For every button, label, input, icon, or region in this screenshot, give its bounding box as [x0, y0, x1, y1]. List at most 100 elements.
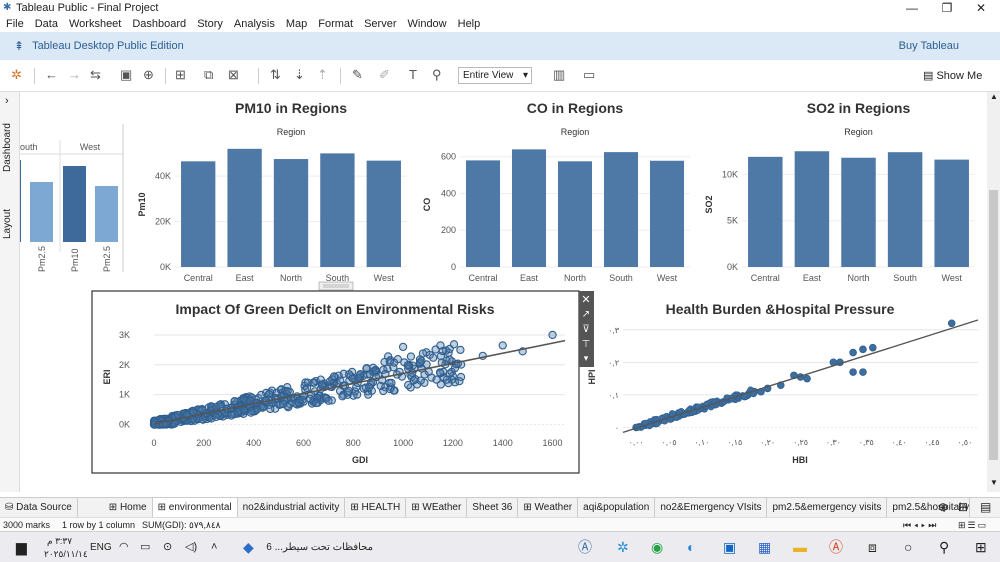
- buy-tableau-link[interactable]: Buy Tableau: [899, 40, 959, 52]
- pin-sheet-icon[interactable]: ⊤: [582, 339, 591, 350]
- language-indicator[interactable]: ENG: [90, 542, 112, 553]
- save-icon[interactable]: ▣: [120, 68, 132, 82]
- menu-story[interactable]: Story: [197, 18, 223, 30]
- minimize-button[interactable]: —: [897, 0, 927, 16]
- sort-descending-icon[interactable]: ⇡: [317, 68, 328, 82]
- green-deficit-chart[interactable]: Impact Of Green DeficIt on Environmental…: [91, 290, 580, 474]
- whatsapp-icon[interactable]: ◉: [651, 539, 663, 555]
- menu-format[interactable]: Format: [318, 18, 353, 30]
- region-header: Region: [561, 127, 590, 137]
- chevron-up-icon[interactable]: ˄: [211, 539, 217, 555]
- duplicate-icon[interactable]: ⧉: [204, 68, 213, 82]
- tab-aqi-population[interactable]: aqi&population: [578, 497, 656, 518]
- bar: [603, 152, 639, 267]
- tab-no2-emergency[interactable]: no2&Emergency VIsits: [655, 497, 768, 518]
- tab-home[interactable]: ⊞ Home: [104, 497, 153, 518]
- outlook-icon[interactable]: ▣: [723, 539, 736, 555]
- x-tick-label: East: [803, 273, 822, 283]
- tab-no2-industrial[interactable]: no2&industrial activity: [238, 497, 346, 518]
- scatter-point: [445, 355, 454, 364]
- show-me-button[interactable]: ▤ Show Me: [923, 69, 982, 82]
- battery-icon[interactable]: ▭: [140, 539, 150, 555]
- x-tick-label: ٠,١٠: [694, 438, 709, 447]
- annotate-icon[interactable]: ✐: [379, 68, 390, 82]
- view-toggle-icon[interactable]: ⊞☰▭: [958, 518, 988, 532]
- browser-window-icon[interactable]: ◆: [243, 539, 254, 555]
- task-view-icon[interactable]: ⧈: [868, 539, 877, 555]
- tab-data-source[interactable]: ⛁ Data Source: [0, 497, 78, 518]
- notification-icon[interactable]: ▆: [16, 539, 27, 555]
- app-a2-icon[interactable]: Ⓐ: [829, 539, 843, 555]
- app-a-icon[interactable]: Ⓐ: [578, 539, 592, 555]
- fix-axes-icon[interactable]: ⚲: [432, 68, 442, 82]
- undo-icon[interactable]: ←: [45, 68, 58, 82]
- scroll-down-icon[interactable]: ▼: [990, 478, 998, 487]
- tab-weather-dashboard[interactable]: ⊞ WEather: [406, 497, 468, 518]
- new-datasource-tab-icon[interactable]: ⊕: [938, 500, 948, 514]
- edge-icon[interactable]: ◐: [687, 539, 695, 555]
- tableau-home-icon[interactable]: ✲: [11, 68, 22, 82]
- tab-sheet-36[interactable]: Sheet 36: [467, 497, 519, 518]
- start-circle-icon[interactable]: ○: [904, 539, 912, 555]
- menu-window[interactable]: Window: [408, 18, 447, 30]
- network-icon[interactable]: ⊙: [163, 539, 172, 555]
- scroll-thumb[interactable]: [989, 190, 998, 460]
- new-worksheet-icon[interactable]: ⊞: [175, 68, 186, 82]
- file-explorer-icon[interactable]: ▬: [793, 539, 807, 555]
- presentation-icon[interactable]: ▭: [583, 68, 595, 82]
- scatter-point: [211, 412, 221, 422]
- maximize-button[interactable]: ❐: [932, 0, 962, 16]
- show-cards-icon[interactable]: ▥: [553, 68, 565, 82]
- scatter-point: [376, 381, 385, 391]
- redo-icon[interactable]: →: [68, 68, 81, 82]
- tab-weather[interactable]: ⊞ Weather: [518, 497, 579, 518]
- taskbar-app-label[interactable]: محافظات تحت سيطر... 6: [265, 542, 373, 553]
- tableau-taskbar-icon[interactable]: ✲: [617, 539, 629, 555]
- menu-dashboard[interactable]: Dashboard: [132, 18, 186, 30]
- wifi-icon[interactable]: ◠: [119, 539, 129, 555]
- remove-sheet-icon[interactable]: ✕: [581, 294, 590, 306]
- close-window-button[interactable]: ✕: [966, 0, 996, 16]
- more-options-icon[interactable]: ▾: [584, 353, 589, 363]
- menu-data[interactable]: Data: [35, 18, 58, 30]
- view-select[interactable]: Entire View ▾: [458, 67, 532, 84]
- sort-ascending-icon[interactable]: ⇣: [294, 68, 305, 82]
- resize-handle[interactable]: [318, 281, 354, 291]
- windows-start-icon[interactable]: ⊞: [975, 539, 987, 555]
- highlight-icon[interactable]: ✎: [352, 68, 363, 82]
- dashboard-icon: ⊞: [108, 501, 120, 513]
- store-icon[interactable]: ▦: [758, 539, 771, 555]
- vertical-scrollbar[interactable]: ▲ ▼: [987, 92, 1000, 492]
- tab-health[interactable]: ⊞ HEALTH: [345, 497, 407, 518]
- x-axis-label: GDI: [352, 455, 368, 465]
- new-story-tab-icon[interactable]: ▤: [980, 500, 991, 514]
- menu-file[interactable]: File: [6, 18, 24, 30]
- expand-panel-icon[interactable]: ›: [5, 95, 9, 107]
- menu-analysis[interactable]: Analysis: [234, 18, 275, 30]
- swap-rows-columns-icon[interactable]: ⇅: [270, 68, 281, 82]
- menu-worksheet[interactable]: Worksheet: [69, 18, 121, 30]
- scroll-up-icon[interactable]: ▲: [990, 92, 998, 101]
- tab-dashboard[interactable]: Dashboard: [2, 122, 18, 174]
- menu-map[interactable]: Map: [286, 18, 307, 30]
- tab-environmental[interactable]: ⊞ environmental: [152, 497, 238, 518]
- go-to-sheet-icon[interactable]: ↗: [582, 309, 590, 320]
- show-labels-icon[interactable]: T: [409, 68, 417, 82]
- scatter-point: [498, 341, 507, 350]
- filter-icon[interactable]: ⊽: [582, 324, 589, 335]
- swap-icon[interactable]: ⇆: [90, 68, 101, 82]
- region-header: outh: [20, 142, 38, 152]
- scatter-point: [406, 352, 416, 361]
- clear-sheet-icon[interactable]: ⊠: [228, 68, 239, 82]
- volume-icon[interactable]: ◁): [185, 539, 197, 555]
- scatter-point: [947, 319, 956, 328]
- chevron-down-icon: ▾: [522, 70, 528, 81]
- tab-pm25-emergency[interactable]: pm2.5&emergency visits: [767, 497, 888, 518]
- sheet-nav-icon[interactable]: ⏮◂▸⏭: [903, 518, 939, 532]
- menu-server[interactable]: Server: [364, 18, 396, 30]
- menu-help[interactable]: Help: [458, 18, 481, 30]
- new-dashboard-tab-icon[interactable]: ⊞: [958, 500, 968, 514]
- new-datasource-icon[interactable]: ⊕: [143, 68, 154, 82]
- tab-layout[interactable]: Layout: [2, 204, 18, 244]
- search-icon[interactable]: ⚲: [939, 539, 949, 555]
